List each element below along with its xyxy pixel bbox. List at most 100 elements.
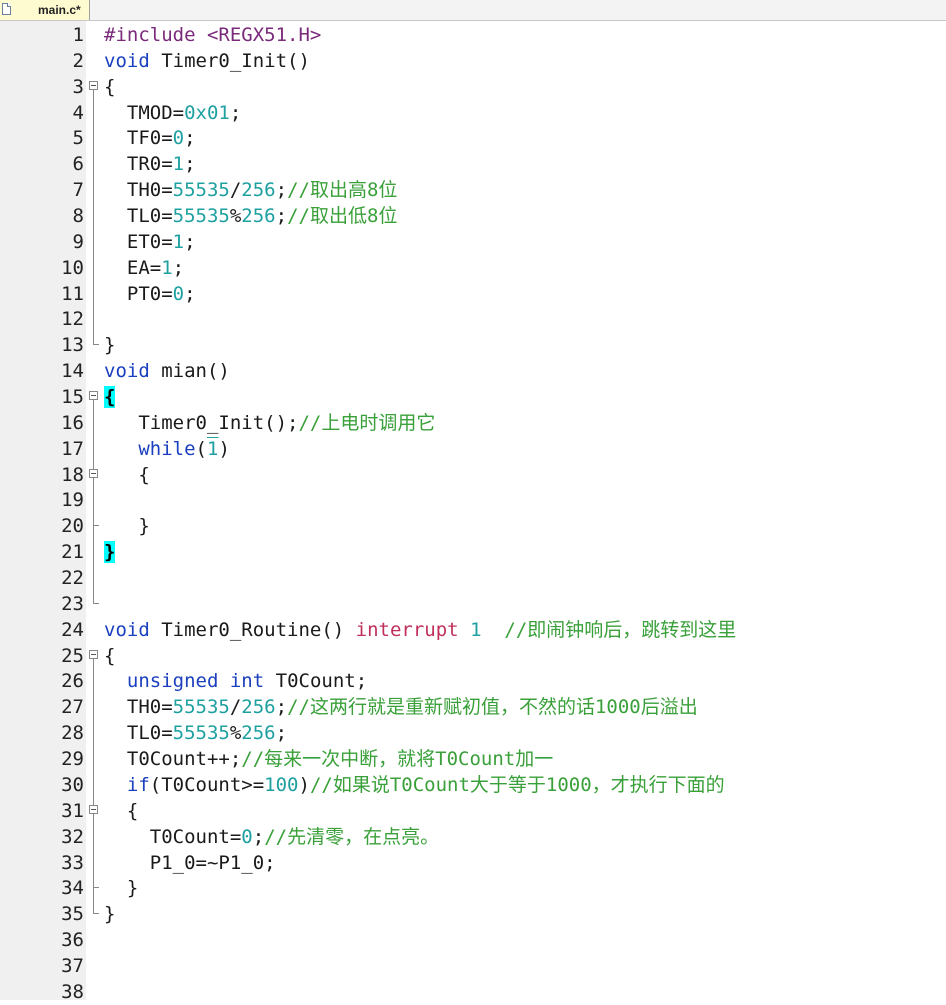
fold-line xyxy=(88,771,100,798)
line-number: 31 xyxy=(61,799,84,822)
comment: //即闹钟响后，跳转到这里 xyxy=(504,618,737,641)
keyword: if xyxy=(126,773,150,796)
fold-line xyxy=(88,228,100,255)
fold-line xyxy=(88,539,100,566)
editor-tab-bar: main.c* xyxy=(0,0,946,21)
code-line: 4 TMOD=0x01; xyxy=(0,99,946,126)
keyword: unsigned xyxy=(126,670,219,693)
code-text: TL0= xyxy=(104,205,173,228)
number: 256 xyxy=(241,722,276,745)
keyword: while xyxy=(138,437,196,460)
number: 0 xyxy=(172,127,185,150)
number: 1 xyxy=(172,153,185,176)
code-line: 16 Timer0_Init();//上电时调用它 xyxy=(0,409,946,436)
tab-main-c[interactable]: main.c* xyxy=(0,0,90,20)
code-text: T0Count; xyxy=(264,670,368,693)
fold-line xyxy=(88,720,100,747)
code-text: / xyxy=(229,696,242,719)
line-number: 1 xyxy=(72,24,84,46)
code-text: mian() xyxy=(149,360,230,383)
code-line: 21 } xyxy=(0,539,946,566)
code-line: 13 } xyxy=(0,332,946,358)
number: 1 xyxy=(470,618,482,641)
tab-label: main.c* xyxy=(38,3,81,17)
code-line: 12 xyxy=(0,306,946,333)
number: 1 xyxy=(206,437,219,460)
line-number: 28 xyxy=(61,722,84,745)
matched-brace: } xyxy=(104,541,116,564)
fold-line xyxy=(88,280,100,307)
fold-toggle-icon[interactable] xyxy=(88,643,100,669)
line-number: 6 xyxy=(72,153,84,176)
code-line: 20 } xyxy=(0,513,946,540)
fold-line xyxy=(88,668,100,695)
line-number: 14 xyxy=(61,360,84,383)
line-number: 37 xyxy=(61,954,84,977)
fold-line xyxy=(88,125,100,152)
line-number: 36 xyxy=(61,929,84,952)
number: 55535 xyxy=(172,179,230,202)
code-line: 29 T0Count++;//每来一次中断，就将T0Count加一 xyxy=(0,746,946,772)
line-number: 9 xyxy=(72,230,84,253)
line-number: 38 xyxy=(61,980,84,1003)
code-line: 27 TH0=55535/256;//这两行就是重新赋初值，不然的话1000后溢… xyxy=(0,694,946,721)
line-number: 5 xyxy=(72,127,84,150)
fold-line xyxy=(88,151,100,178)
line-number: 16 xyxy=(61,411,84,434)
fold-toggle-icon[interactable] xyxy=(88,797,100,824)
keyword: int xyxy=(229,670,265,693)
fold-line xyxy=(88,254,100,281)
code-text: T0Count= xyxy=(104,825,242,848)
comment: //先清零，在点亮。 xyxy=(264,825,440,848)
number: 0 xyxy=(241,825,253,848)
fold-end xyxy=(88,901,100,927)
number: 1 xyxy=(161,256,173,279)
line-number: 34 xyxy=(61,877,84,900)
code-editor[interactable]: 1 #include <REGX51.H> 2 void Timer0_Init… xyxy=(0,22,946,1005)
code-line: 5 TF0=0; xyxy=(0,125,946,152)
code-text: } xyxy=(104,334,116,357)
fold-line xyxy=(88,177,100,204)
file-icon xyxy=(2,3,11,15)
code-text: ; xyxy=(184,127,196,150)
code-line: 11 PT0=0; xyxy=(0,280,946,307)
keyword-interrupt: interrupt xyxy=(355,618,459,641)
code-line: 30 if(T0Count>=100)//如果说T0Count大于等于1000，… xyxy=(0,771,946,798)
code-line: 17 while(1) xyxy=(0,435,946,462)
number: 1 xyxy=(172,230,185,253)
fold-line xyxy=(88,849,100,876)
code-line: 31 { xyxy=(0,797,946,824)
code-text: Timer0_Routine() xyxy=(149,618,356,641)
code-text: { xyxy=(104,644,116,667)
code-line: 6 TR0=1; xyxy=(0,151,946,178)
comment: //每来一次中断，就将T0Count加一 xyxy=(241,748,554,771)
comment: //这两行就是重新赋初值，不然的话1000后溢出 xyxy=(287,696,698,719)
line-number: 4 xyxy=(72,101,84,124)
code-line: 14 void mian() xyxy=(0,358,946,384)
code-text: ; xyxy=(275,179,288,202)
fold-line xyxy=(88,746,100,772)
code-text: TR0= xyxy=(104,153,173,176)
comment: //上电时调用它 xyxy=(298,411,436,434)
code-text: } xyxy=(104,877,139,900)
fold-toggle-icon[interactable] xyxy=(88,384,100,411)
code-text: TH0= xyxy=(104,179,173,202)
code-line: 8 TL0=55535%256;//取出低8位 xyxy=(0,203,946,229)
fold-toggle-icon[interactable] xyxy=(88,74,100,100)
code-line: 35 } xyxy=(0,901,946,927)
line-number: 32 xyxy=(61,825,84,848)
fold-line xyxy=(88,99,100,126)
line-number: 23 xyxy=(61,592,84,615)
line-number: 29 xyxy=(61,748,84,771)
fold-line xyxy=(88,823,100,850)
code-text: T0Count++; xyxy=(104,748,242,771)
fold-line xyxy=(88,694,100,721)
fold-toggle-icon[interactable] xyxy=(88,461,100,488)
code-text: ; xyxy=(252,825,265,848)
code-line: 32 T0Count=0;//先清零，在点亮。 xyxy=(0,823,946,850)
line-number: 3 xyxy=(72,75,84,98)
code-line: 15 { xyxy=(0,384,946,411)
code-line: 18 { xyxy=(0,461,946,488)
